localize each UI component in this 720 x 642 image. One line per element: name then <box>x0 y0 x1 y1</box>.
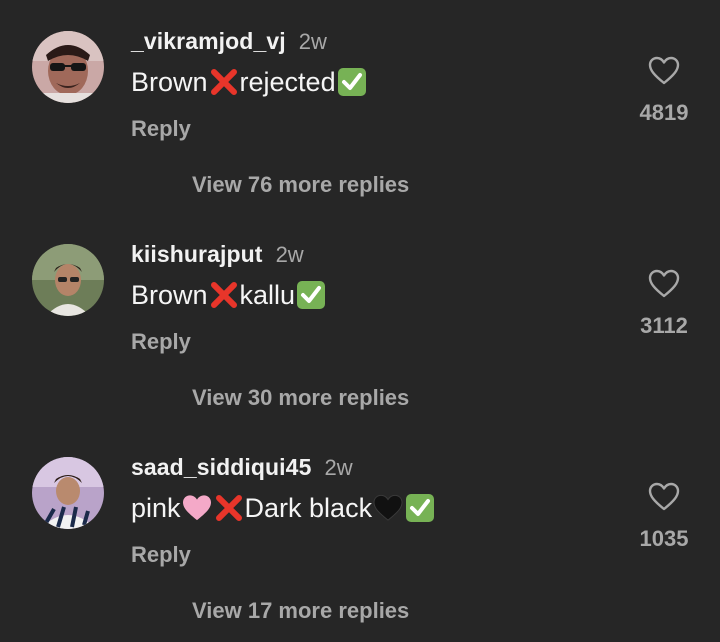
comment-text: Brown kallu <box>131 279 327 311</box>
username[interactable]: kiishurajput <box>131 241 263 268</box>
comment-text-part: Brown <box>131 66 208 97</box>
comment-text: pink Dark black <box>131 492 436 524</box>
timestamp: 2w <box>275 242 304 267</box>
pink-heart-icon <box>181 492 213 524</box>
avatar[interactable] <box>32 244 104 316</box>
comment-item: saad_siddiqui45 2w pink Dark black Reply… <box>0 426 720 639</box>
reply-button[interactable]: Reply <box>131 116 191 142</box>
cross-mark-icon <box>208 279 240 311</box>
username[interactable]: _vikramjod_vj <box>131 28 286 55</box>
cross-mark-icon <box>208 66 240 98</box>
timestamp: 2w <box>298 29 327 54</box>
comment-text-part: rejected <box>239 66 336 97</box>
reply-button[interactable]: Reply <box>131 542 191 568</box>
heart-outline-icon[interactable] <box>648 269 680 299</box>
comment-item: _vikramjod_vj 2w Brown rejected Reply 48… <box>0 0 720 213</box>
check-mark-button-icon <box>295 279 327 311</box>
black-heart-icon <box>372 492 404 524</box>
like-count: 1035 <box>639 526 689 551</box>
cross-mark-icon <box>213 492 245 524</box>
comment-item: kiishurajput 2w Brown kallu Reply 3112 V… <box>0 213 720 426</box>
comment-text-part: Brown <box>131 279 208 310</box>
avatar[interactable] <box>32 31 104 103</box>
like-count: 3112 <box>640 313 688 338</box>
view-replies-button[interactable]: View 17 more replies <box>192 598 409 624</box>
comment-text: Brown rejected <box>131 66 368 98</box>
comment-text-part: kallu <box>239 279 296 310</box>
view-replies-button[interactable]: View 30 more replies <box>192 385 409 411</box>
reply-button[interactable]: Reply <box>131 329 191 355</box>
avatar[interactable] <box>32 457 104 529</box>
username[interactable]: saad_siddiqui45 <box>131 454 311 481</box>
heart-outline-icon[interactable] <box>648 56 680 86</box>
check-mark-button-icon <box>336 66 368 98</box>
check-mark-button-icon <box>404 492 436 524</box>
heart-outline-icon[interactable] <box>648 482 680 512</box>
comment-text-part: Dark black <box>244 492 373 523</box>
view-replies-button[interactable]: View 76 more replies <box>192 172 409 198</box>
like-count: 4819 <box>639 100 689 125</box>
comment-text-part: pink <box>131 492 181 523</box>
timestamp: 2w <box>324 455 353 480</box>
